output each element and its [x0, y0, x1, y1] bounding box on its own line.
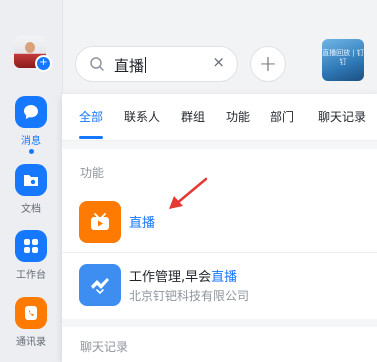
handshake-icon [79, 264, 121, 306]
section-spacer [62, 141, 377, 149]
tab-departments[interactable]: 部门 [270, 108, 294, 125]
search-input[interactable]: 直播 × [75, 46, 238, 82]
nav-item-messages[interactable]: 消息 [15, 96, 47, 154]
folder-icon [15, 164, 47, 196]
nav-label-workbench: 工作台 [16, 270, 46, 281]
nav-label-messages: 消息 [21, 136, 41, 147]
section-label-chat-records: 聊天记录 [80, 340, 129, 354]
active-tab-indicator [79, 136, 103, 139]
search-query[interactable]: 直播 [114, 55, 147, 76]
phone-book-icon [15, 297, 47, 329]
result-work-org: 北京钉钯科技有限公司 [129, 289, 250, 303]
nav-label-docs: 文档 [21, 204, 41, 215]
nav-label-contacts: 通讯录 [16, 337, 46, 348]
search-results-panel: 全部 联系人 群组 功能 部门 聊天记录 功能 直播 工作管理,早会直播 北京钉… [62, 94, 377, 362]
thumbnail-text: 直播回放 | 钉钉 [322, 49, 364, 66]
message-icon [15, 96, 47, 128]
live-replay-thumbnail[interactable]: 直播回放 | 钉钉 [322, 39, 364, 81]
tab-contacts[interactable]: 联系人 [124, 108, 160, 125]
clear-icon[interactable]: × [212, 53, 225, 71]
grid-icon [15, 230, 47, 262]
tab-functions[interactable]: 功能 [226, 108, 250, 125]
result-divider [62, 252, 377, 253]
annotation-arrow-icon [169, 177, 208, 209]
live-tv-icon [79, 201, 121, 243]
result-work-management[interactable]: 工作管理,早会直播 北京钉钯科技有限公司 [62, 256, 377, 314]
left-nav-rail: + 消息 文档 工作台 通讯录 [0, 0, 63, 362]
nav-item-workbench[interactable]: 工作台 [15, 230, 47, 281]
nav-item-docs[interactable]: 文档 [15, 164, 47, 215]
nav-item-contacts[interactable]: 通讯录 [15, 297, 47, 348]
search-icon [89, 56, 105, 76]
section-label-functions: 功能 [80, 166, 105, 180]
result-live[interactable]: 直播 [62, 194, 377, 250]
add-button[interactable]: + [250, 46, 286, 82]
section-spacer-2 [62, 319, 377, 327]
avatar-add-badge-icon[interactable]: + [35, 55, 52, 72]
result-live-title: 直播 [129, 216, 156, 231]
avatar-face [25, 42, 35, 53]
unread-dot [28, 149, 34, 154]
tab-all[interactable]: 全部 [79, 108, 103, 125]
tab-groups[interactable]: 群组 [181, 108, 205, 125]
result-work-title: 工作管理,早会直播 [129, 270, 238, 285]
tab-chat-records[interactable]: 聊天记录 [318, 108, 366, 125]
result-tabs: 全部 联系人 群组 功能 部门 聊天记录 [62, 94, 377, 141]
